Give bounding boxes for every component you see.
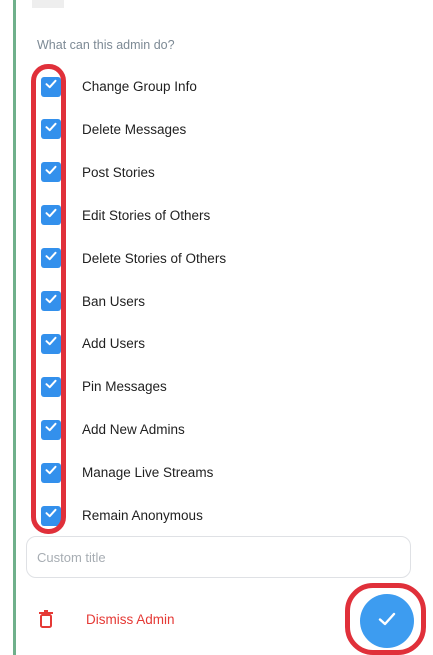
top-divider-stub [32,0,64,8]
permission-label: Manage Live Streams [82,465,214,481]
dismiss-admin-button[interactable]: Dismiss Admin [30,600,250,640]
permission-label: Delete Messages [82,121,187,137]
checkbox-highlight-annotation [31,64,66,534]
permission-label: Edit Stories of Others [82,207,211,223]
permission-label: Delete Stories of Others [82,250,227,266]
trash-icon [38,610,54,633]
permission-label: Pin Messages [82,379,167,395]
permission-label: Add New Admins [82,422,185,438]
confirm-button[interactable] [360,594,414,648]
dismiss-admin-label: Dismiss Admin [86,612,175,627]
permission-label: Change Group Info [82,79,197,94]
permission-label: Add Users [82,336,146,352]
custom-title-input[interactable] [26,536,411,578]
permission-label: Post Stories [82,164,155,180]
section-header: What can this admin do? [37,38,175,52]
checkmark-icon [376,608,398,635]
permission-label: Remain Anonymous [82,508,203,523]
permission-label: Ban Users [82,293,146,309]
